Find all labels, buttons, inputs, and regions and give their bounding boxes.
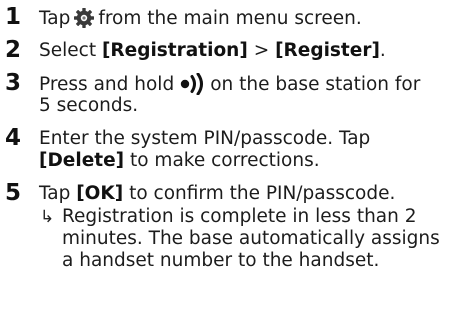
step-number: 5 xyxy=(5,180,22,206)
step-3-line-2: 5 seconds. xyxy=(39,95,138,117)
step-2-line-1: Select [Registration] > [Register]. xyxy=(39,40,386,62)
result-arrow-icon: ↳ xyxy=(40,207,55,227)
settings-gear-icon xyxy=(73,7,95,29)
step-4-text-b-post: to make corrections. xyxy=(129,150,320,171)
step-number: 3 xyxy=(5,70,22,96)
step-2-separator: > xyxy=(253,40,270,61)
step-5-line-1: Tap [OK] to confirm the PIN/passcode. xyxy=(39,183,395,205)
step-3-text-post: on the base station for xyxy=(210,74,421,95)
result-text-3: a handset number to the handset. xyxy=(62,250,380,271)
result-line-2: minutes. The base automatically assigns xyxy=(62,228,440,250)
step-4-line-1: Enter the system PIN/passcode. Tap xyxy=(39,128,370,150)
registration-menu-label: [Registration] xyxy=(101,40,248,61)
step-3-text-pre: Press and hold xyxy=(39,74,175,95)
paging-signal-icon xyxy=(179,72,209,96)
step-2-text-pre: Select xyxy=(39,40,97,61)
step-4-text-a: Enter the system PIN/passcode. Tap xyxy=(39,128,371,149)
registration-steps: 1 Tap from the main menu screen. 2 Select… xyxy=(0,0,455,329)
result-line-1: Registration is complete in less than 2 xyxy=(62,206,417,228)
step-number: 2 xyxy=(5,37,22,63)
result-line-3: a handset number to the handset. xyxy=(62,250,379,272)
step-4-line-2: [Delete] to make corrections. xyxy=(39,150,320,172)
step-1-text-pre: Tap xyxy=(39,8,71,29)
result-text-1: Registration is complete in less than 2 xyxy=(62,206,417,227)
register-menu-label: [Register] xyxy=(275,40,380,61)
step-number: 4 xyxy=(5,125,22,151)
step-1-text-post: from the main menu screen. xyxy=(98,8,362,29)
step-3-text-b: 5 seconds. xyxy=(39,95,139,116)
ok-key-label: [OK] xyxy=(76,183,124,204)
delete-key-label: [Delete] xyxy=(39,150,125,171)
step-3-line-1: Press and hold on the base station for xyxy=(39,72,421,96)
step-5-text-pre: Tap xyxy=(39,183,71,204)
step-number: 1 xyxy=(5,4,22,30)
step-2-text-post: . xyxy=(379,40,386,61)
step-5-text-post: to confirm the PIN/passcode. xyxy=(129,183,396,204)
result-text-2: minutes. The base automatically assigns xyxy=(62,228,440,249)
step-1-line-1: Tap from the main menu screen. xyxy=(39,7,362,30)
